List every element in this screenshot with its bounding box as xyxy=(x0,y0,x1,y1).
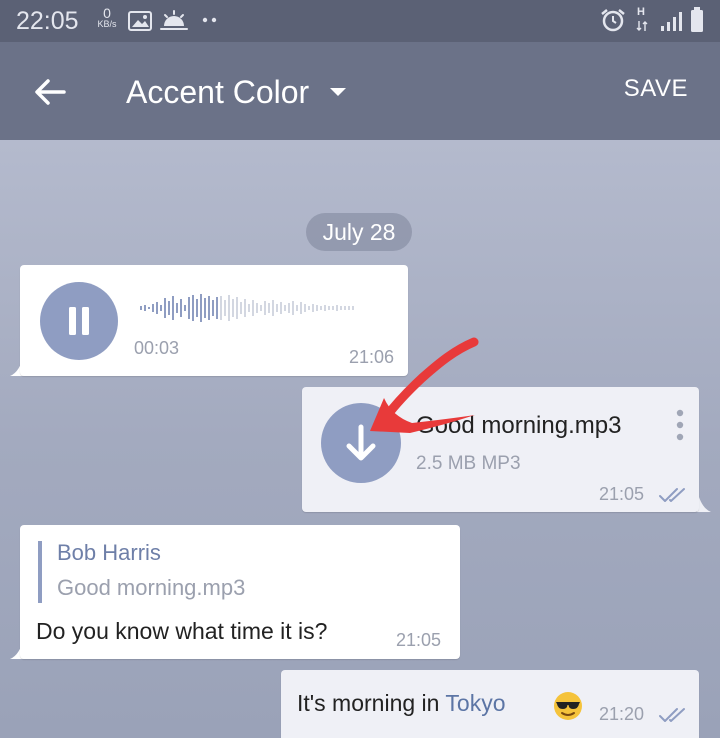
page-title: Accent Color xyxy=(126,73,310,110)
back-arrow-icon[interactable] xyxy=(28,70,72,114)
app-bar: Accent Color SAVE xyxy=(0,42,720,140)
signal-icon xyxy=(661,12,682,31)
chat-preview: July 28 00:03 21:06 Good morning.mp3 2.5… xyxy=(0,140,720,738)
sunglasses-emoji-icon xyxy=(554,692,582,720)
message-link[interactable]: Tokyo xyxy=(445,690,505,716)
status-time: 22:05 xyxy=(16,7,79,35)
message-time: 21:05 xyxy=(396,630,442,650)
voice-waveform[interactable] xyxy=(140,293,360,323)
message-text: It's morning in Tokyo xyxy=(297,690,506,717)
reply-quoted-text[interactable]: Good morning.mp3 xyxy=(57,575,245,601)
download-button[interactable] xyxy=(321,403,401,483)
file-name[interactable]: Good morning.mp3 xyxy=(416,412,621,440)
message-text: Do you know what time it is? xyxy=(36,618,328,644)
message-time: 21:05 xyxy=(599,484,645,504)
text-message-bubble: It's morning in Tokyo 21:20 xyxy=(281,670,699,738)
data-speed-indicator: 0 KB/s xyxy=(92,6,122,29)
data-speed-value: 0 xyxy=(103,5,111,21)
more-vert-icon[interactable] xyxy=(675,409,685,441)
voice-message-bubble: 00:03 21:06 xyxy=(20,265,408,376)
data-speed-unit: KB/s xyxy=(97,19,117,29)
message-time: 21:06 xyxy=(348,347,394,367)
more-notifications-icon xyxy=(202,17,217,23)
image-icon xyxy=(128,11,152,31)
reply-author[interactable]: Bob Harris xyxy=(57,540,161,566)
date-label: July 28 xyxy=(306,213,412,251)
message-text-plain: It's morning in xyxy=(297,690,446,716)
bubble-tail xyxy=(697,490,711,512)
pause-icon xyxy=(69,307,89,335)
reply-message-bubble: Bob Harris Good morning.mp3 Do you know … xyxy=(20,525,460,659)
status-bar: 22:05 0 KB/s H xyxy=(0,0,720,42)
reply-quote-bar xyxy=(38,541,42,603)
file-meta: 2.5 MB MP3 xyxy=(416,453,521,474)
chevron-down-icon xyxy=(330,88,347,96)
weather-icon xyxy=(160,10,188,30)
pause-button[interactable] xyxy=(40,282,118,360)
voice-duration: 00:03 xyxy=(134,338,180,358)
double-check-icon xyxy=(659,488,685,502)
message-time: 21:20 xyxy=(599,704,645,724)
network-type: H xyxy=(637,6,645,18)
accent-color-selector[interactable]: Accent Color xyxy=(126,70,347,114)
double-check-icon xyxy=(659,708,685,722)
file-message-bubble: Good morning.mp3 2.5 MB MP3 21:05 xyxy=(302,387,699,512)
save-button[interactable]: SAVE xyxy=(624,75,688,103)
battery-icon xyxy=(691,7,703,32)
alarm-icon xyxy=(601,9,625,32)
download-icon xyxy=(346,424,376,461)
data-activity-icon xyxy=(636,21,648,31)
